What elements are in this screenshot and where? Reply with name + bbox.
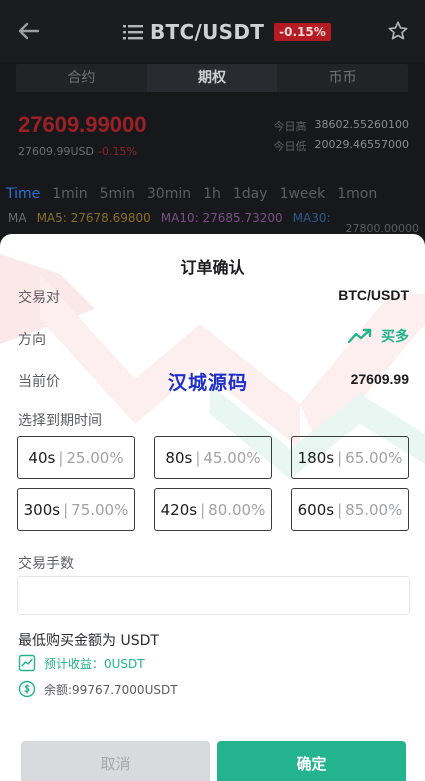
interval-1mon[interactable]: 1mon (337, 186, 377, 202)
ma30-value: MA30: (292, 211, 331, 225)
expiry-rate: 45.00% (203, 448, 261, 467)
expiry-separator: | (63, 500, 69, 519)
coin-icon (18, 680, 36, 698)
pair-label: 交易对 (18, 290, 60, 306)
interval-30min[interactable]: 30min (147, 186, 191, 202)
expiry-separator: | (337, 448, 343, 467)
expiry-seconds: 420s (160, 500, 198, 519)
high-value: 38602.55260100 (314, 118, 409, 131)
expiry-rate: 25.00% (66, 448, 124, 467)
low-value: 20029.46557000 (314, 138, 409, 151)
ma-label: MA (8, 211, 27, 225)
estimated-income: 预计收益：0USDT (44, 656, 145, 671)
expiry-separator: | (337, 500, 343, 519)
pair-value: BTC/USDT (338, 287, 409, 303)
ma-indicators: MA MA5: 27678.69800 MA10: 27685.73200 MA… (8, 211, 331, 225)
expiry-seconds: 80s (165, 448, 193, 467)
direction-value-group: 买多 (347, 326, 409, 346)
direction-value: 买多 (381, 329, 409, 345)
interval-1h[interactable]: 1h (203, 186, 221, 202)
trend-up-icon (347, 328, 372, 344)
pair-title-group[interactable]: BTC/USDT -0.15% (122, 18, 331, 46)
high-label: 今日高 (273, 120, 307, 133)
estimated-income-row: 预计收益：0USDT (18, 654, 145, 672)
ma10-value: MA10: 27685.73200 (160, 211, 283, 225)
expiry-rate: 85.00% (345, 500, 403, 519)
direction-label: 方向 (18, 332, 46, 348)
list-icon (123, 25, 143, 40)
usd-price-line: 27609.99USD -0.15% (18, 145, 137, 158)
cancel-button[interactable]: 取消 (21, 741, 210, 781)
interval-time[interactable]: Time (6, 186, 40, 202)
expiry-option-40s[interactable]: 40s | 25.00% (17, 436, 135, 479)
expiry-seconds: 300s (23, 500, 61, 519)
expiry-option-80s[interactable]: 80s | 45.00% (154, 436, 272, 479)
ma5-value: MA5: 27678.69800 (36, 211, 151, 225)
order-confirm-sheet: 订单确认 交易对 BTC/USDT 方向 买多 当前价 汉城源码 27609.9… (0, 234, 425, 781)
star-outline-icon[interactable] (387, 20, 409, 42)
sheet-title: 订单确认 (180, 258, 245, 277)
interval-5min[interactable]: 5min (100, 186, 135, 202)
arrow-left-icon[interactable] (16, 18, 42, 44)
expiry-separator: | (195, 448, 201, 467)
expiry-option-600s[interactable]: 600s | 85.00% (291, 488, 409, 531)
min-purchase-text: 最低购买金额为 USDT (18, 633, 159, 649)
expiry-label: 选择到期时间 (18, 413, 102, 429)
expiry-seconds: 40s (28, 448, 56, 467)
current-price-label: 当前价 (18, 374, 60, 390)
chart-trend-icon (18, 654, 36, 672)
lot-size-input[interactable] (17, 576, 410, 615)
tab-spot[interactable]: 币币 (277, 64, 408, 92)
tab-contract[interactable]: 合约 (16, 64, 147, 92)
expiry-separator: | (200, 500, 206, 519)
lot-size-label: 交易手数 (18, 556, 74, 572)
balance: 余额:99767.7000USDT (44, 682, 178, 697)
interval-tabs: Time 1min 5min 30min 1h 1day 1week 1mon (6, 186, 377, 202)
expiry-rate: 75.00% (71, 500, 129, 519)
expiry-seconds: 600s (297, 500, 335, 519)
interval-1week[interactable]: 1week (280, 186, 326, 202)
top-bar: BTC/USDT -0.15% (0, 0, 425, 62)
usd-price: 27609.99USD (18, 145, 94, 158)
expiry-option-300s[interactable]: 300s | 75.00% (17, 488, 135, 531)
tab-options[interactable]: 期权 (146, 64, 278, 92)
price-change: -0.15% (98, 145, 137, 158)
interval-1min[interactable]: 1min (52, 186, 87, 202)
expiry-option-180s[interactable]: 180s | 65.00% (291, 436, 409, 479)
change-badge: -0.15% (274, 23, 331, 41)
market-tabs: 合约 期权 币币 (16, 64, 408, 92)
pair-title: BTC/USDT (150, 20, 265, 44)
balance-row: 余额:99767.7000USDT (18, 680, 178, 698)
expiry-separator: | (58, 448, 64, 467)
low-row: 今日低 20029.46557000 (274, 138, 409, 154)
watermark: 汉城源码 (168, 372, 249, 394)
high-row: 今日高 38602.55260100 (274, 118, 409, 134)
interval-1day[interactable]: 1day (233, 186, 268, 202)
expiry-option-420s[interactable]: 420s | 80.00% (154, 488, 272, 531)
last-price: 27609.99000 (18, 112, 147, 137)
low-label: 今日低 (273, 140, 307, 153)
expiry-rate: 80.00% (208, 500, 266, 519)
confirm-button[interactable]: 确定 (217, 741, 406, 781)
expiry-rate: 65.00% (345, 448, 403, 467)
expiry-seconds: 180s (297, 448, 335, 467)
current-price-value: 27609.99 (350, 371, 409, 387)
